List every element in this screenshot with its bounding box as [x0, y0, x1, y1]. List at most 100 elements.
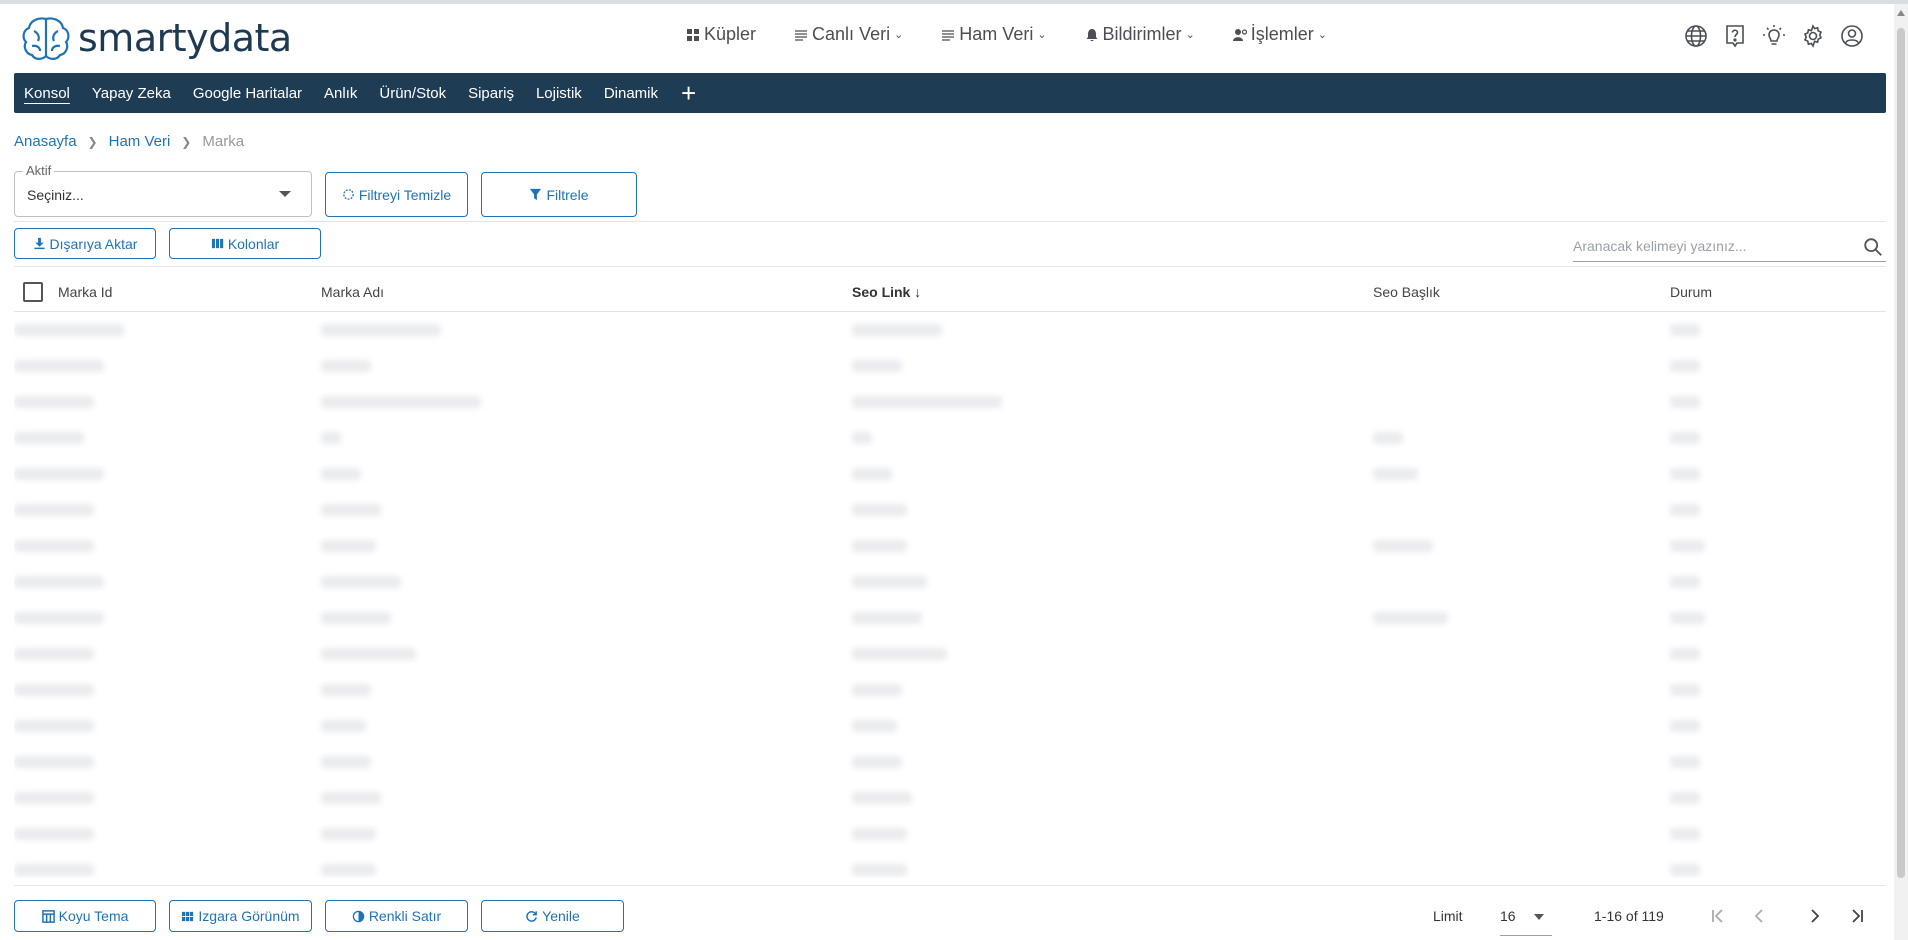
- redacted-cell: [852, 612, 922, 624]
- redacted-cell: [1373, 432, 1403, 444]
- table-row[interactable]: [14, 708, 1886, 744]
- redacted-cell: [1670, 468, 1700, 480]
- redacted-cell: [1670, 792, 1700, 804]
- table-row[interactable]: [14, 384, 1886, 420]
- menu-siparis[interactable]: Sipariş: [457, 73, 525, 113]
- breadcrumb: Anasayfa ❯ Ham Veri ❯ Marka: [14, 133, 244, 150]
- nav-kupler[interactable]: Küpler: [686, 24, 756, 45]
- nav-islemler[interactable]: İşlemler ⌄: [1232, 24, 1327, 45]
- funnel-icon: [530, 188, 542, 201]
- globe-icon[interactable]: [1684, 24, 1708, 48]
- menu-yapay-zeka[interactable]: Yapay Zeka: [81, 73, 182, 113]
- limit-select[interactable]: 16: [1500, 898, 1552, 936]
- search-input[interactable]: [1573, 232, 1853, 260]
- table-body: [14, 312, 1886, 878]
- table-row[interactable]: [14, 456, 1886, 492]
- column-header-seo-link[interactable]: Seo Link ↓: [852, 284, 921, 300]
- logo[interactable]: smartydata: [20, 14, 292, 62]
- last-page-icon[interactable]: [1844, 903, 1870, 929]
- redacted-cell: [321, 864, 376, 876]
- nav-islemler-label: İşlemler: [1250, 24, 1314, 44]
- nav-bildirimler[interactable]: Bildirimler ⌄: [1085, 24, 1195, 45]
- redacted-cell: [14, 756, 94, 768]
- filter-button[interactable]: Filtrele: [481, 172, 637, 217]
- menu-konsol[interactable]: Konsol: [24, 73, 81, 113]
- nav-canli-veri[interactable]: Canlı Veri ⌄: [794, 24, 903, 45]
- aktif-select-label: Aktif: [23, 163, 55, 178]
- lightbulb-icon[interactable]: [1762, 24, 1786, 48]
- column-header-seo-baslik[interactable]: Seo Başlık: [1373, 284, 1440, 300]
- export-button[interactable]: Dışarıya Aktar: [14, 228, 156, 259]
- table-row[interactable]: [14, 636, 1886, 672]
- table-row[interactable]: [14, 744, 1886, 780]
- table-row[interactable]: [14, 852, 1886, 878]
- menu-google-haritalar[interactable]: Google Haritalar: [182, 73, 313, 113]
- next-page-icon[interactable]: [1802, 903, 1828, 929]
- menu-dinamik[interactable]: Dinamik: [593, 73, 669, 113]
- redacted-cell: [14, 324, 124, 336]
- export-label: Dışarıya Aktar: [49, 235, 138, 252]
- refresh-button[interactable]: Yenile: [481, 900, 624, 932]
- redacted-cell: [14, 612, 104, 624]
- aktif-select[interactable]: Aktif Seçiniz...: [14, 163, 312, 217]
- redacted-cell: [1670, 540, 1705, 552]
- redacted-cell: [321, 468, 361, 480]
- gear-icon[interactable]: [1801, 24, 1825, 48]
- scroll-thumb[interactable]: [1897, 28, 1905, 878]
- redacted-cell: [321, 504, 381, 516]
- breadcrumb-anasayfa[interactable]: Anasayfa: [14, 133, 77, 150]
- clear-filter-button[interactable]: Filtreyi Temizle: [325, 172, 468, 217]
- caret-down-icon[interactable]: [279, 191, 291, 197]
- limit-label: Limit: [1433, 908, 1463, 924]
- column-header-marka-id[interactable]: Marka Id: [58, 284, 112, 300]
- help-icon[interactable]: [1723, 24, 1747, 48]
- top-nav: Küpler Canlı Veri ⌄ Ham Veri ⌄ Bildiriml…: [686, 24, 1327, 45]
- page-scrollbar[interactable]: [1894, 4, 1908, 940]
- breadcrumb-ham-veri[interactable]: Ham Veri: [109, 133, 171, 150]
- colored-row-button[interactable]: Renkli Satır: [325, 900, 468, 932]
- menu-urun-stok[interactable]: Ürün/Stok: [368, 73, 457, 113]
- prev-page-icon[interactable]: [1746, 903, 1772, 929]
- search-box: [1573, 232, 1886, 262]
- plus-icon[interactable]: +: [669, 80, 696, 106]
- module-menubar: Konsol Yapay Zeka Google Haritalar Anlık…: [14, 73, 1886, 113]
- first-page-icon[interactable]: [1705, 903, 1731, 929]
- redacted-cell: [1670, 432, 1700, 444]
- table-row[interactable]: [14, 780, 1886, 816]
- clear-filter-label: Filtreyi Temizle: [358, 186, 452, 203]
- redacted-cell: [852, 828, 907, 840]
- nav-ham-veri[interactable]: Ham Veri ⌄: [941, 24, 1047, 45]
- column-header-marka-adi[interactable]: Marka Adı: [321, 284, 384, 300]
- column-header-durum[interactable]: Durum: [1670, 284, 1712, 300]
- aktif-select-value: Seçiniz...: [27, 187, 84, 203]
- table-row[interactable]: [14, 672, 1886, 708]
- dark-theme-button[interactable]: Koyu Tema: [14, 900, 156, 932]
- redacted-cell: [852, 324, 942, 336]
- search-icon[interactable]: [1862, 236, 1884, 258]
- redacted-cell: [321, 792, 381, 804]
- chevron-down-icon: ⌄: [1185, 29, 1195, 41]
- table-icon: [41, 909, 55, 923]
- table-row[interactable]: [14, 420, 1886, 456]
- grid-view-button[interactable]: Izgara Görünüm: [169, 900, 312, 932]
- redacted-cell: [321, 684, 371, 696]
- limit-value: 16: [1500, 908, 1516, 924]
- table-row[interactable]: [14, 492, 1886, 528]
- select-all-checkbox[interactable]: [23, 282, 43, 302]
- chevron-right-icon: ❯: [87, 134, 98, 149]
- table-row[interactable]: [14, 600, 1886, 636]
- nav-kupler-label: Küpler: [704, 24, 757, 44]
- menu-anlik[interactable]: Anlık: [313, 73, 368, 113]
- grid-icon: [182, 911, 194, 921]
- table-row[interactable]: [14, 564, 1886, 600]
- scroll-up-arrow-icon[interactable]: [1897, 10, 1905, 16]
- account-icon[interactable]: [1840, 24, 1864, 48]
- redacted-cell: [14, 720, 94, 732]
- menu-lojistik[interactable]: Lojistik: [525, 73, 593, 113]
- columns-button[interactable]: Kolonlar: [169, 228, 321, 259]
- table-row[interactable]: [14, 348, 1886, 384]
- table-row[interactable]: [14, 312, 1886, 348]
- table-row[interactable]: [14, 816, 1886, 852]
- redacted-cell: [852, 684, 902, 696]
- table-row[interactable]: [14, 528, 1886, 564]
